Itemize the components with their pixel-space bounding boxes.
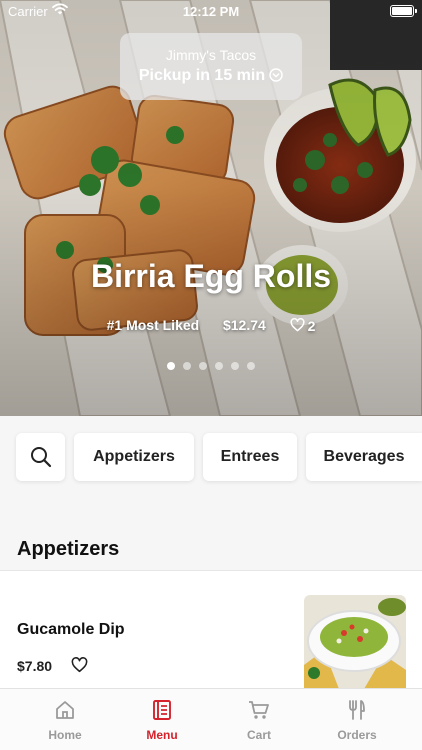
popularity-tag: #1 Most Liked	[106, 317, 200, 334]
tab-bar: Home Menu Cart Orders	[0, 688, 422, 750]
carousel-dot[interactable]	[167, 362, 175, 370]
tab-orders-label: Orders	[337, 728, 377, 742]
featured-dish-title: Birria Egg Rolls	[90, 258, 332, 294]
store-selector[interactable]: Jimmy's Tacos Pickup in 15 min	[120, 33, 302, 100]
menu-item-name: Gucamole Dip	[17, 621, 125, 638]
clock: 12:12 PM	[182, 4, 240, 19]
search-button[interactable]	[16, 433, 65, 481]
carousel-dot[interactable]	[231, 362, 239, 370]
tab-menu[interactable]: Menu	[114, 689, 210, 750]
category-bar: Appetizers Entrees Beverages	[0, 416, 422, 500]
tab-menu-label: Menu	[146, 728, 178, 742]
carousel-dot[interactable]	[215, 362, 223, 370]
pickup-time-label: Pickup in 15 min	[138, 67, 266, 84]
category-beverages[interactable]: Beverages	[306, 433, 422, 481]
pickup-time: Pickup in 15 min	[120, 67, 302, 85]
featured-price: $12.74	[222, 317, 266, 334]
tab-orders[interactable]: Orders	[309, 689, 405, 750]
tab-home[interactable]: Home	[17, 689, 113, 750]
carousel-dot[interactable]	[183, 362, 191, 370]
status-bar: Carrier 12:12 PM	[0, 0, 422, 24]
orders-icon	[349, 700, 365, 720]
section-title: Appetizers	[17, 538, 120, 560]
heart-icon[interactable]	[71, 657, 88, 673]
chevron-down-circle-icon	[269, 68, 283, 82]
search-icon	[31, 447, 52, 468]
featured-dish-meta: #1 Most Liked $12.74 2	[0, 316, 422, 334]
menu-item-card[interactable]: Gucamole Dip $7.80	[0, 571, 422, 689]
tab-cart[interactable]: Cart	[211, 689, 307, 750]
home-icon	[56, 701, 74, 719]
cart-icon	[249, 701, 269, 719]
menu-item-photo	[304, 595, 406, 689]
category-entrees[interactable]: Entrees	[203, 433, 297, 481]
carousel-dot[interactable]	[247, 362, 255, 370]
tab-home-label: Home	[48, 728, 82, 742]
store-name: Jimmy's Tacos	[165, 47, 257, 63]
menu-screen: Carrier 12:12 PM Jimmy's Tacos Pickup in…	[0, 0, 422, 750]
tab-cart-label: Cart	[246, 728, 271, 742]
menu-icon	[153, 700, 171, 720]
featured-hero[interactable]: Carrier 12:12 PM Jimmy's Tacos Pickup in…	[0, 0, 422, 416]
heart-icon	[290, 317, 305, 332]
battery-icon	[390, 5, 417, 17]
featured-like-count: 2	[307, 317, 316, 334]
category-appetizers[interactable]: Appetizers	[74, 433, 194, 481]
carousel-dot[interactable]	[199, 362, 207, 370]
menu-item-price: $7.80	[17, 658, 53, 674]
featured-like-button[interactable]: 2	[290, 317, 316, 334]
carousel-indicator[interactable]	[0, 357, 422, 375]
